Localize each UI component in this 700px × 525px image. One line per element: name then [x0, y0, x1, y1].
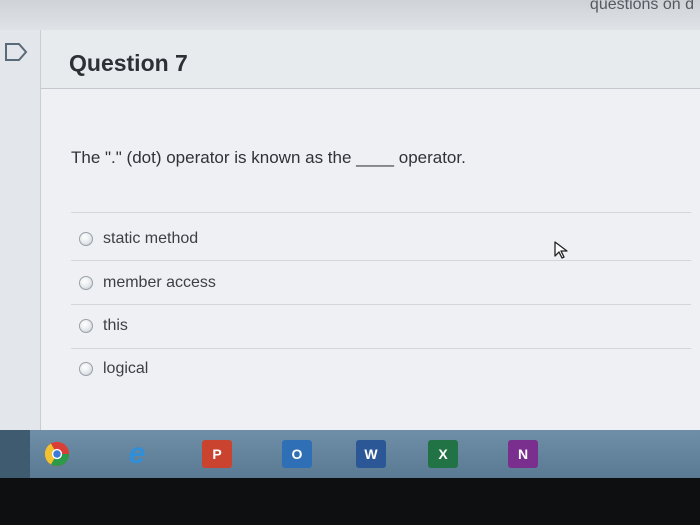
chrome-icon[interactable] — [42, 440, 72, 468]
option-member-access[interactable]: member access — [79, 274, 216, 292]
option-label: logical — [103, 360, 149, 377]
prompt-blank: ____ — [356, 148, 394, 167]
question-prompt: The "." (dot) operator is known as the _… — [71, 148, 466, 168]
excel-icon[interactable]: X — [428, 440, 458, 468]
flag-icon[interactable] — [4, 42, 28, 62]
radio-button[interactable] — [79, 362, 93, 376]
question-nav-rail — [0, 30, 40, 430]
option-label: member access — [103, 274, 216, 291]
radio-button[interactable] — [79, 232, 93, 246]
radio-button[interactable] — [79, 319, 93, 333]
option-label: this — [103, 317, 128, 334]
question-title: Question 7 — [69, 50, 188, 76]
monitor-bezel — [0, 478, 700, 525]
windows-taskbar: e P O W X N — [0, 430, 700, 478]
divider — [71, 212, 691, 213]
divider — [71, 348, 691, 349]
option-logical[interactable]: logical — [79, 360, 148, 378]
outlook-icon[interactable]: O — [282, 440, 312, 468]
option-this[interactable]: this — [79, 317, 128, 335]
powerpoint-icon[interactable]: P — [202, 440, 232, 468]
prompt-after: operator. — [398, 148, 466, 167]
taskbar-left-edge — [0, 430, 30, 478]
question-header: Question 7 — [41, 30, 700, 89]
prompt-before: The "." (dot) operator is known as the — [71, 148, 352, 167]
option-label: static method — [103, 230, 199, 247]
divider — [71, 304, 691, 305]
browser-top-strip: questions on d — [0, 0, 700, 30]
mouse-cursor-icon — [554, 241, 568, 259]
onenote-icon[interactable]: N — [508, 440, 538, 468]
option-static-method[interactable]: static method — [79, 230, 198, 248]
question-card: Question 7 The "." (dot) operator is kno… — [40, 30, 700, 430]
word-icon[interactable]: W — [356, 440, 386, 468]
internet-explorer-icon[interactable]: e — [122, 437, 152, 470]
cutoff-header-text: questions on d — [589, 0, 694, 13]
radio-button[interactable] — [79, 276, 93, 290]
divider — [71, 260, 691, 261]
